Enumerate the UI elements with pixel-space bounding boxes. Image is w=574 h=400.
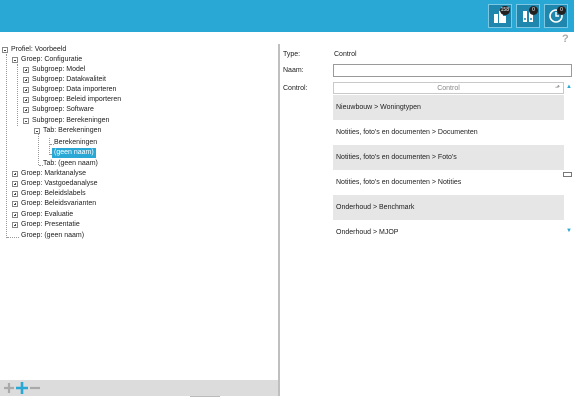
tree-node-subgroep-beleid-importeren[interactable]: Subgroep: Beleid importeren <box>23 95 121 105</box>
expand-icon[interactable] <box>12 201 18 207</box>
tree-node-tab-geen-naam[interactable]: Tab: (geen naam) <box>43 159 98 169</box>
collapse-icon[interactable] <box>34 128 40 134</box>
binders-button[interactable]: 0 <box>516 4 540 28</box>
expand-icon[interactable] <box>23 77 29 83</box>
list-item[interactable]: Notities, foto's en documenten > Documen… <box>333 120 564 145</box>
control-column-header[interactable]: Control ⬏ <box>333 82 564 94</box>
tree-node-subgroep-datakwaliteit[interactable]: Subgroep: Datakwaliteit <box>23 75 106 85</box>
expand-icon[interactable] <box>23 87 29 93</box>
expand-icon[interactable] <box>23 107 29 113</box>
remove-button[interactable] <box>29 382 41 394</box>
expand-icon[interactable] <box>12 171 18 177</box>
tree-node-groep-geen-naam[interactable]: Groep: (geen naam) <box>21 231 84 241</box>
expand-icon[interactable] <box>12 212 18 218</box>
tree-node-subgroep-model[interactable]: Subgroep: Model <box>23 65 85 75</box>
tree-action-bar <box>0 380 278 396</box>
tree-node-tab-berekeningen[interactable]: Tab: Berekeningen <box>34 126 101 136</box>
expand-icon[interactable] <box>12 191 18 197</box>
collapse-icon[interactable] <box>2 47 8 53</box>
notification-badge: 158 <box>499 6 510 15</box>
tree-node-geen-naam-selected[interactable]: (geen naam) <box>52 148 96 158</box>
minus-icon <box>29 386 41 396</box>
scrollbar-grip[interactable] <box>563 172 572 177</box>
status-tab <box>190 396 220 400</box>
scroll-down-icon[interactable]: ▼ <box>566 228 572 234</box>
type-value: Control <box>334 51 357 58</box>
tree-node-groep-marktanalyse[interactable]: Groep: Marktanalyse <box>12 169 86 179</box>
type-label: Type: <box>283 51 301 58</box>
expand-icon[interactable] <box>12 181 18 187</box>
tree-line <box>6 54 7 238</box>
tree-line <box>17 64 18 126</box>
tree-node-subgroep-berekeningen[interactable]: Subgroep: Berekeningen <box>23 116 109 126</box>
notification-badge: 0 <box>557 6 566 15</box>
tree-node-groep-evaluatie[interactable]: Groep: Evaluatie <box>12 210 73 220</box>
collapse-icon[interactable] <box>12 57 18 63</box>
naam-label: Naam: <box>283 67 304 74</box>
add-sibling-button[interactable] <box>3 382 15 394</box>
tree-node-groep-vastgoedanalyse[interactable]: Groep: Vastgoedanalyse <box>12 179 98 189</box>
control-label: Control: <box>283 85 308 92</box>
tree-node-root[interactable]: Profiel: Voorbeeld <box>2 45 66 55</box>
plus-icon <box>3 383 15 396</box>
scroll-up-icon[interactable]: ▲ <box>566 84 572 90</box>
list-item[interactable]: Onderhoud > Benchmark <box>333 195 564 220</box>
collapse-icon[interactable] <box>23 118 29 124</box>
add-child-icon <box>15 382 29 397</box>
tree-node-subgroep-data-importeren[interactable]: Subgroep: Data importeren <box>23 85 116 95</box>
list-item[interactable]: Notities, foto's en documenten > Foto's <box>333 145 564 170</box>
tree-line <box>7 237 19 238</box>
buildings-button[interactable]: 158 <box>488 4 512 28</box>
tree-node-groep-beleidslabels[interactable]: Groep: Beleidslabels <box>12 189 86 199</box>
list-item[interactable]: Onderhoud > MJOP <box>333 220 564 245</box>
notification-badge: 0 <box>529 6 538 15</box>
add-child-button[interactable] <box>15 381 28 394</box>
tree-node-berekeningen[interactable]: Berekeningen <box>54 138 97 148</box>
control-list[interactable]: Nieuwbouw > Woningtypen Notities, foto's… <box>333 95 564 245</box>
list-item[interactable]: Nieuwbouw > Woningtypen <box>333 95 564 120</box>
sort-arrow-icon: ⬏ <box>554 85 560 91</box>
tree-node-groep-configuratie[interactable]: Groep: Configuratie <box>12 55 82 65</box>
naam-field[interactable] <box>333 64 572 77</box>
tree-line <box>38 133 39 165</box>
tree-node-groep-beleidsvarianten[interactable]: Groep: Beleidsvarianten <box>12 199 96 209</box>
expand-icon[interactable] <box>12 222 18 228</box>
list-item[interactable]: Notities, foto's en documenten > Notitie… <box>333 170 564 195</box>
clock-button[interactable]: 0 <box>544 4 568 28</box>
expand-icon[interactable] <box>23 97 29 103</box>
tree-line <box>49 138 50 155</box>
tree-node-groep-presentatie[interactable]: Groep: Presentatie <box>12 220 80 230</box>
tree-node-subgroep-software[interactable]: Subgroep: Software <box>23 105 94 115</box>
expand-icon[interactable] <box>23 67 29 73</box>
